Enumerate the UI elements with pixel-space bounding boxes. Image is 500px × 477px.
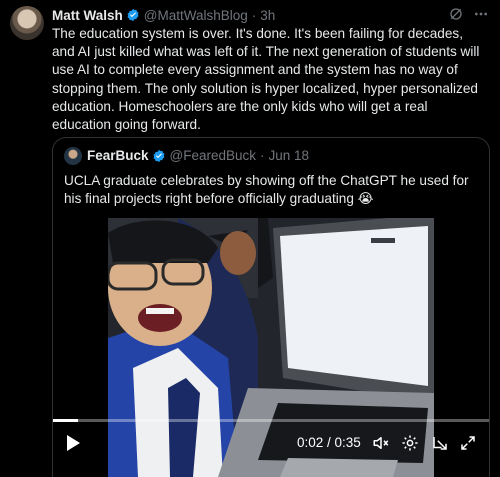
tweet-text: The education system is over. It's done.…	[52, 26, 480, 133]
settings-icon[interactable]	[401, 434, 419, 452]
video-controls: 0:02 / 0:35	[53, 428, 489, 458]
more-icon[interactable]	[472, 6, 490, 22]
play-icon[interactable]	[65, 434, 81, 452]
quote-author-name[interactable]: FearBuck	[87, 148, 149, 163]
tweet-actions-top	[448, 6, 490, 22]
verified-badge-icon	[127, 8, 139, 22]
quote-date[interactable]: Jun 18	[269, 148, 310, 163]
quote-author-handle[interactable]: @FearedBuck	[170, 148, 257, 163]
author-handle[interactable]: @MattWalshBlog	[144, 8, 248, 23]
fullscreen-icon[interactable]	[459, 434, 477, 452]
grok-icon[interactable]	[448, 6, 464, 22]
quote-separator: ·	[260, 148, 265, 163]
quote-text: UCLA graduate celebrates by showing off …	[64, 173, 469, 207]
volume-muted-icon[interactable]	[372, 434, 390, 452]
pip-icon[interactable]	[431, 434, 449, 452]
video-progress-fill	[53, 419, 78, 422]
tweet-header: Matt Walsh @MattWalshBlog · 3h	[52, 7, 275, 23]
video-time: 0:02 / 0:35	[297, 435, 361, 450]
header-separator: ·	[251, 7, 257, 23]
avatar-matt-walsh[interactable]	[10, 6, 44, 40]
quoted-tweet[interactable]: FearBuck @FearedBuck · Jun 18 UCLA gradu…	[52, 137, 490, 477]
tweet-time[interactable]: 3h	[260, 8, 275, 23]
quote-header: FearBuck @FearedBuck · Jun 18	[87, 148, 309, 163]
video-progress-bar[interactable]	[53, 419, 489, 422]
verified-badge-icon	[153, 149, 165, 162]
author-name[interactable]: Matt Walsh	[52, 8, 123, 23]
avatar-fearbuck[interactable]	[64, 147, 82, 165]
